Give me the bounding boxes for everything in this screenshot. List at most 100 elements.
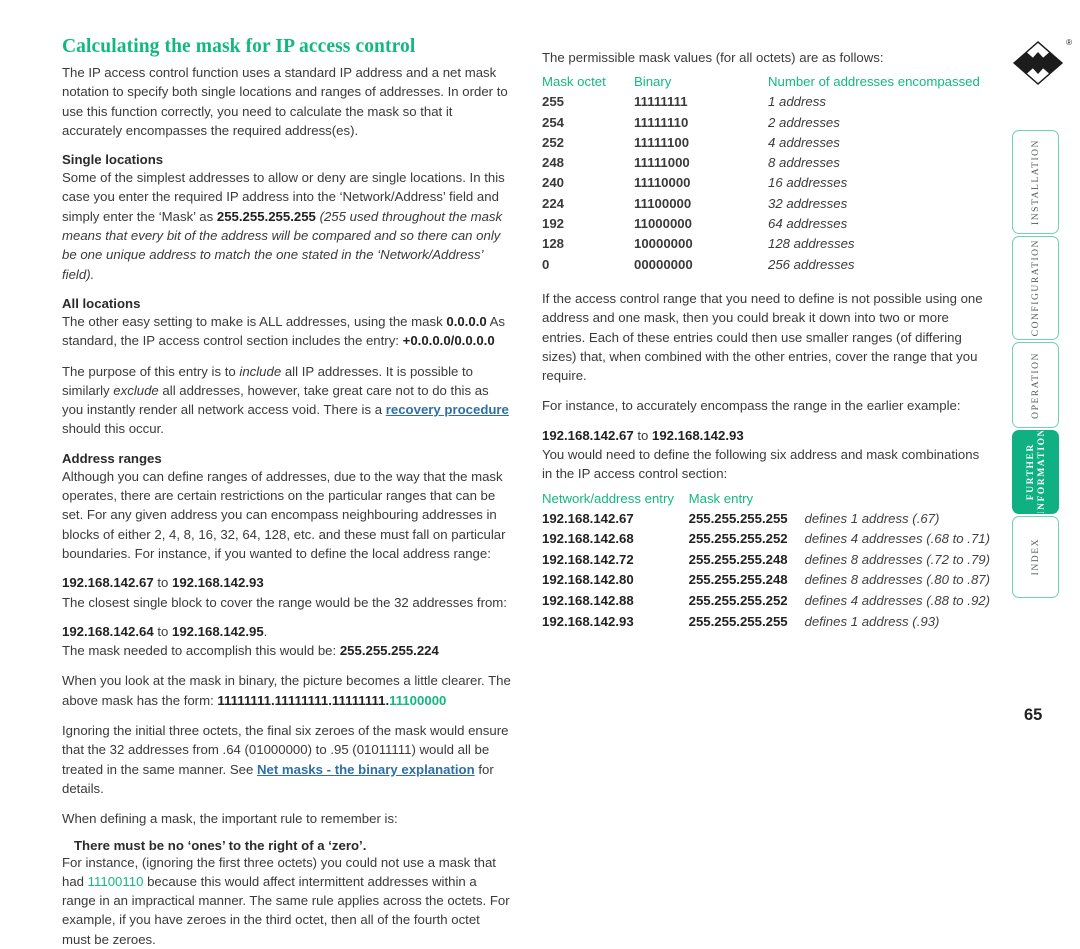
table-row: 240 11110000 16 addresses xyxy=(542,173,990,193)
right-range-start: 192.168.142.67 xyxy=(542,427,634,443)
sidebar-tab-configuration-label: CONFIGURATION xyxy=(1030,239,1041,337)
range1-join: to xyxy=(153,575,172,591)
cell-binary: 00000000 xyxy=(634,256,693,272)
net-masks-binary-explanation-link[interactable]: Net masks - the binary explanation xyxy=(257,762,475,777)
column-header-addresses-encompassed: Number of addresses encompassed xyxy=(768,74,980,90)
sidebar-tab-further-information-label: FURTHER INFORMATION xyxy=(1024,430,1047,514)
cell-mask: 255.255.255.248 xyxy=(688,572,788,588)
table-row: 248 11111000 8 addresses xyxy=(542,153,990,173)
cell-definition: defines 1 address (.93) xyxy=(804,613,940,629)
cell-network-address: 192.168.142.67 xyxy=(542,510,634,526)
right-paragraph-3: You would need to define the following s… xyxy=(542,447,980,482)
address-range-example-2: 192.168.142.64 to 192.168.142.95. xyxy=(62,622,512,641)
cell-binary: 11111110 xyxy=(634,114,689,130)
single-locations-paragraph: Some of the simplest addresses to allow … xyxy=(62,168,512,284)
cell-mask-octet: 240 xyxy=(542,175,565,191)
cell-binary: 10000000 xyxy=(634,236,693,252)
column-header-entry-description xyxy=(805,491,990,509)
sidebar-tab-index-label: INDEX xyxy=(1030,538,1041,576)
address-ranges-paragraph-3: The mask needed to accomplish this would… xyxy=(62,641,512,660)
table-row: 0 00000000 256 addresses xyxy=(542,255,990,275)
diamond-logo-icon xyxy=(1012,41,1064,85)
cell-definition: defines 4 addresses (.68 to .71) xyxy=(804,531,990,547)
cell-network-address: 192.168.142.88 xyxy=(542,593,634,609)
cell-mask: 255.255.255.255 xyxy=(688,510,788,526)
range2-period: . xyxy=(263,623,268,639)
page-number: 65 xyxy=(1024,706,1043,724)
range1-end: 192.168.142.93 xyxy=(172,575,264,591)
all-locations-mask: 0.0.0.0 xyxy=(446,313,487,329)
table-row: 128 10000000 128 addresses xyxy=(542,234,990,254)
address-ranges-paragraph-4: When you look at the mask in binary, the… xyxy=(62,671,512,710)
binary-mask-suffix: 11100000 xyxy=(389,692,447,708)
cell-mask: 255.255.255.252 xyxy=(688,593,788,609)
column-header-network-address-entry: Network/address entry xyxy=(542,490,674,506)
cell-mask-octet: 128 xyxy=(542,236,565,252)
table-row: 192.168.142.68 255.255.255.252 defines 4 a… xyxy=(542,529,990,550)
cell-mask: 255.255.255.255 xyxy=(688,613,788,629)
intro-paragraph: The IP access control function uses a st… xyxy=(62,65,508,138)
sidebar-tab-operation-label: OPERATION xyxy=(1030,351,1041,419)
entry-table-body: 192.168.142.67 255.255.255.255 defines 1 a… xyxy=(542,509,990,633)
permissible-mask-intro: The permissible mask values (for all oct… xyxy=(542,50,884,65)
all-locations-paragraph-2: The purpose of this entry is to include … xyxy=(62,362,512,439)
binary-mask-prefix: 11111111.11111111.11111111. xyxy=(217,692,390,708)
sidebar-tab-further-information[interactable]: FURTHER INFORMATION xyxy=(1012,430,1059,514)
table-row: 192.168.142.80 255.255.255.248 defines 8 a… xyxy=(542,570,990,591)
cell-network-address: 192.168.142.72 xyxy=(542,551,634,567)
all-locations-text-a: The other easy setting to make is ALL ad… xyxy=(62,313,447,329)
sidebar-tab-installation-label: INSTALLATION xyxy=(1030,139,1041,225)
cell-address-count: 16 addresses xyxy=(768,175,848,191)
recovery-procedure-link[interactable]: recovery procedure xyxy=(386,402,509,417)
section-heading-address-ranges: Address ranges xyxy=(62,450,162,466)
table-row: 254 11111110 2 addresses xyxy=(542,113,990,133)
mask-needed-value: 255.255.255.224 xyxy=(339,643,439,659)
cell-binary: 11110000 xyxy=(634,175,691,191)
address-ranges-paragraph-5: Ignoring the initial three octets, the f… xyxy=(62,721,512,798)
section-tabs-sidebar: INSTALLATION CONFIGURATION OPERATION FUR… xyxy=(1012,130,1059,600)
mask-table-body: 255 11111111 1 address 254 11111110 2 addres… xyxy=(542,92,990,275)
range2-end: 192.168.142.95 xyxy=(172,623,264,639)
cell-mask: 255.255.255.252 xyxy=(688,531,788,547)
all-locations-entry: +0.0.0.0/0.0.0.0 xyxy=(402,333,495,349)
right-range-join: to xyxy=(633,427,652,443)
cell-address-count: 8 addresses xyxy=(768,155,840,171)
mask-values-table: Mask octet Binary Number of addresses en… xyxy=(542,74,990,275)
cell-address-count: 256 addresses xyxy=(768,256,855,272)
right-column: The permissible mask values (for all oct… xyxy=(542,48,990,632)
sidebar-tab-operation[interactable]: OPERATION xyxy=(1012,342,1059,428)
right-address-range-example: 192.168.142.67 to 192.168.142.93 xyxy=(542,426,990,445)
all-locations-paragraph-1: The other easy setting to make is ALL ad… xyxy=(62,312,512,351)
cell-mask: 255.255.255.248 xyxy=(688,551,788,567)
cell-binary: 11111111 xyxy=(634,94,688,110)
address-ranges-paragraph-2: The closest single block to cover the ra… xyxy=(62,594,507,610)
table-row: 192.168.142.88 255.255.255.252 defines 4 a… xyxy=(542,591,990,612)
table-header-row: Network/address entry Mask entry xyxy=(542,491,990,509)
sidebar-tab-configuration[interactable]: CONFIGURATION xyxy=(1012,236,1059,340)
table-row: 252 11111100 4 addresses xyxy=(542,133,990,153)
sidebar-tab-index[interactable]: INDEX xyxy=(1012,516,1059,598)
cell-address-count: 2 addresses xyxy=(768,114,840,130)
table-row: 192 11000000 64 addresses xyxy=(542,214,990,234)
column-header-binary: Binary xyxy=(634,74,672,90)
page-title: Calculating the mask for IP access contr… xyxy=(62,36,416,57)
right-paragraph-2: For instance, to accurately encompass th… xyxy=(542,398,961,414)
left-column: Calculating the mask for IP access contr… xyxy=(62,36,512,949)
cell-definition: defines 1 address (.67) xyxy=(804,510,940,526)
document-page: Calculating the mask for IP access contr… xyxy=(0,0,1080,947)
mask-needed-text: The mask needed to accomplish this would… xyxy=(62,643,340,659)
column-header-mask-entry: Mask entry xyxy=(688,490,754,506)
range2-start: 192.168.142.64 xyxy=(62,623,154,639)
cell-binary: 11111100 xyxy=(634,134,690,150)
table-header-row: Mask octet Binary Number of addresses en… xyxy=(542,74,990,92)
cell-definition: defines 8 addresses (.72 to .79) xyxy=(804,551,990,567)
cell-mask-octet: 0 xyxy=(542,256,550,272)
registered-trademark-icon: ® xyxy=(1066,38,1072,47)
cell-address-count: 64 addresses xyxy=(768,216,848,232)
cell-mask-octet: 192 xyxy=(542,216,565,232)
sidebar-tab-installation[interactable]: INSTALLATION xyxy=(1012,130,1059,234)
cell-address-count: 1 address xyxy=(768,94,826,110)
section-heading-all-locations: All locations xyxy=(62,295,141,311)
mask-rule-statement: There must be no ‘ones’ to the right of … xyxy=(74,837,367,853)
cell-address-count: 4 addresses xyxy=(768,134,840,150)
